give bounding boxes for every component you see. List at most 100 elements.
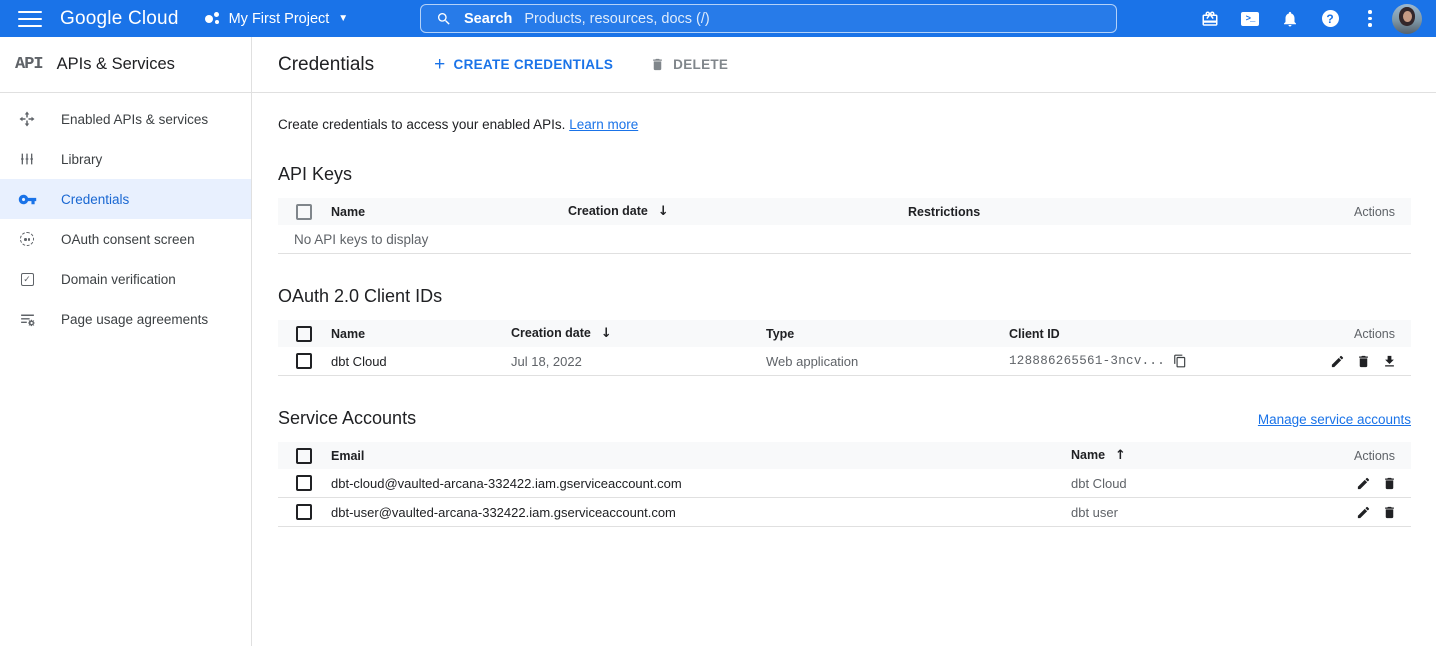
column-header-actions: Actions	[1301, 327, 1411, 341]
user-avatar[interactable]	[1392, 4, 1422, 34]
row-actions	[1321, 476, 1411, 491]
column-header-actions: Actions	[1321, 449, 1411, 463]
select-all-checkbox[interactable]	[296, 204, 312, 220]
copy-icon[interactable]	[1173, 354, 1187, 368]
api-keys-table: Name Creation date↓ Restrictions Actions…	[278, 198, 1411, 254]
client-creation-date: Jul 18, 2022	[511, 354, 766, 369]
sidebar-item-label: Credentials	[61, 192, 129, 207]
consent-screen-icon	[17, 229, 37, 249]
row-actions	[1321, 505, 1411, 520]
column-header-restrictions[interactable]: Restrictions	[908, 205, 1326, 219]
page-toolbar: Credentials + CREATE CREDENTIALS DELETE	[252, 37, 1436, 93]
enabled-apis-icon	[17, 109, 37, 129]
column-header-creation-date[interactable]: Creation date↓	[568, 204, 908, 219]
google-cloud-logo[interactable]: Google Cloud	[60, 8, 179, 30]
api-keys-title: API Keys	[278, 164, 1411, 185]
learn-more-link[interactable]: Learn more	[569, 117, 638, 132]
menu-icon[interactable]	[18, 11, 42, 27]
column-header-type[interactable]: Type	[766, 327, 1009, 341]
api-keys-empty-state: No API keys to display	[278, 225, 1411, 254]
table-row: dbt-user@vaulted-arcana-332422.iam.gserv…	[278, 498, 1411, 527]
edit-pencil-icon[interactable]	[1356, 505, 1371, 520]
delete-trash-icon[interactable]	[1382, 505, 1397, 520]
sort-desc-icon: ↓	[658, 204, 669, 219]
sidebar-item-label: OAuth consent screen	[61, 232, 195, 247]
agreements-icon	[17, 309, 37, 329]
chevron-down-icon: ▼	[338, 13, 348, 24]
sidebar-item-credentials[interactable]: Credentials	[0, 179, 251, 219]
sidebar-nav: Enabled APIs & services Library Credenti…	[0, 93, 251, 339]
service-accounts-header-row: Email Name↑ Actions	[278, 442, 1411, 469]
sidebar-item-oauth-consent[interactable]: OAuth consent screen	[0, 219, 251, 259]
delete-trash-icon[interactable]	[1356, 354, 1371, 369]
library-icon	[17, 149, 37, 169]
project-name: My First Project	[229, 11, 330, 27]
search-placeholder: Products, resources, docs (/)	[524, 11, 709, 27]
column-header-name[interactable]: Name	[331, 205, 568, 219]
service-accounts-table: Email Name↑ Actions dbt-cloud@vaulted-ar…	[278, 442, 1411, 527]
client-type: Web application	[766, 354, 1009, 369]
sidebar-item-page-usage-agreements[interactable]: Page usage agreements	[0, 299, 251, 339]
delete-trash-icon[interactable]	[1382, 476, 1397, 491]
column-header-client-id[interactable]: Client ID	[1009, 327, 1301, 341]
service-account-name: dbt Cloud	[1071, 476, 1321, 491]
row-actions	[1301, 354, 1411, 369]
oauth-clients-table: Name Creation date↓ Type Client ID Actio…	[278, 320, 1411, 376]
service-account-email: dbt-cloud@vaulted-arcana-332422.iam.gser…	[331, 476, 1071, 491]
row-checkbox[interactable]	[296, 475, 312, 491]
search-label: Search	[464, 11, 512, 27]
sidebar-item-label: Page usage agreements	[61, 312, 208, 327]
project-icon	[205, 11, 221, 27]
manage-service-accounts-link[interactable]: Manage service accounts	[1258, 412, 1411, 427]
search-input[interactable]: Search Products, resources, docs (/)	[420, 4, 1117, 33]
sidebar-title: APIs & Services	[57, 55, 175, 74]
sidebar-header: API APIs & Services	[0, 37, 251, 93]
select-all-checkbox[interactable]	[296, 326, 312, 342]
column-header-name[interactable]: Name↑	[1071, 448, 1321, 463]
topbar-actions: >_ ?	[1190, 0, 1428, 37]
sidebar: API APIs & Services Enabled APIs & servi…	[0, 37, 252, 646]
help-icon[interactable]: ?	[1310, 0, 1350, 37]
sidebar-item-library[interactable]: Library	[0, 139, 251, 179]
service-accounts-title: Service Accounts	[278, 408, 416, 429]
delete-button[interactable]: DELETE	[650, 57, 728, 72]
search-icon	[436, 11, 452, 27]
sort-asc-icon: ↑	[1115, 448, 1126, 463]
more-options-icon[interactable]	[1350, 0, 1390, 37]
column-header-email[interactable]: Email	[331, 449, 1071, 463]
row-checkbox[interactable]	[296, 353, 312, 369]
edit-pencil-icon[interactable]	[1356, 476, 1371, 491]
sidebar-item-enabled-apis[interactable]: Enabled APIs & services	[0, 99, 251, 139]
cloud-shell-icon[interactable]: >_	[1230, 0, 1270, 37]
sort-desc-icon: ↓	[601, 326, 612, 341]
plus-icon: +	[434, 55, 445, 74]
sidebar-item-domain-verification[interactable]: ✓ Domain verification	[0, 259, 251, 299]
domain-verification-icon: ✓	[17, 269, 37, 289]
table-row: dbt-cloud@vaulted-arcana-332422.iam.gser…	[278, 469, 1411, 498]
intro-text: Create credentials to access your enable…	[278, 117, 1411, 132]
oauth-clients-title: OAuth 2.0 Client IDs	[278, 286, 1411, 307]
key-icon	[17, 189, 37, 209]
page-content: Create credentials to access your enable…	[252, 93, 1436, 527]
free-trial-gift-icon[interactable]	[1190, 0, 1230, 37]
page-title: Credentials	[278, 54, 374, 76]
edit-pencil-icon[interactable]	[1330, 354, 1345, 369]
project-selector[interactable]: My First Project ▼	[205, 11, 349, 27]
client-name: dbt Cloud	[331, 354, 511, 369]
service-account-email: dbt-user@vaulted-arcana-332422.iam.gserv…	[331, 505, 1071, 520]
column-header-name[interactable]: Name	[331, 327, 511, 341]
notifications-bell-icon[interactable]	[1270, 0, 1310, 37]
client-id-value: 128886265561-3ncv...	[1009, 354, 1301, 368]
select-all-checkbox[interactable]	[296, 448, 312, 464]
sidebar-item-label: Enabled APIs & services	[61, 112, 208, 127]
column-header-creation-date[interactable]: Creation date↓	[511, 326, 766, 341]
top-app-bar: Google Cloud My First Project ▼ Search P…	[0, 0, 1436, 37]
sidebar-item-label: Domain verification	[61, 272, 176, 287]
service-account-name: dbt user	[1071, 505, 1321, 520]
main-panel: Credentials + CREATE CREDENTIALS DELETE …	[252, 37, 1436, 646]
download-icon[interactable]	[1382, 354, 1397, 369]
create-credentials-button[interactable]: + CREATE CREDENTIALS	[434, 55, 613, 74]
table-row: dbt Cloud Jul 18, 2022 Web application 1…	[278, 347, 1411, 376]
row-checkbox[interactable]	[296, 504, 312, 520]
api-keys-header-row: Name Creation date↓ Restrictions Actions	[278, 198, 1411, 225]
